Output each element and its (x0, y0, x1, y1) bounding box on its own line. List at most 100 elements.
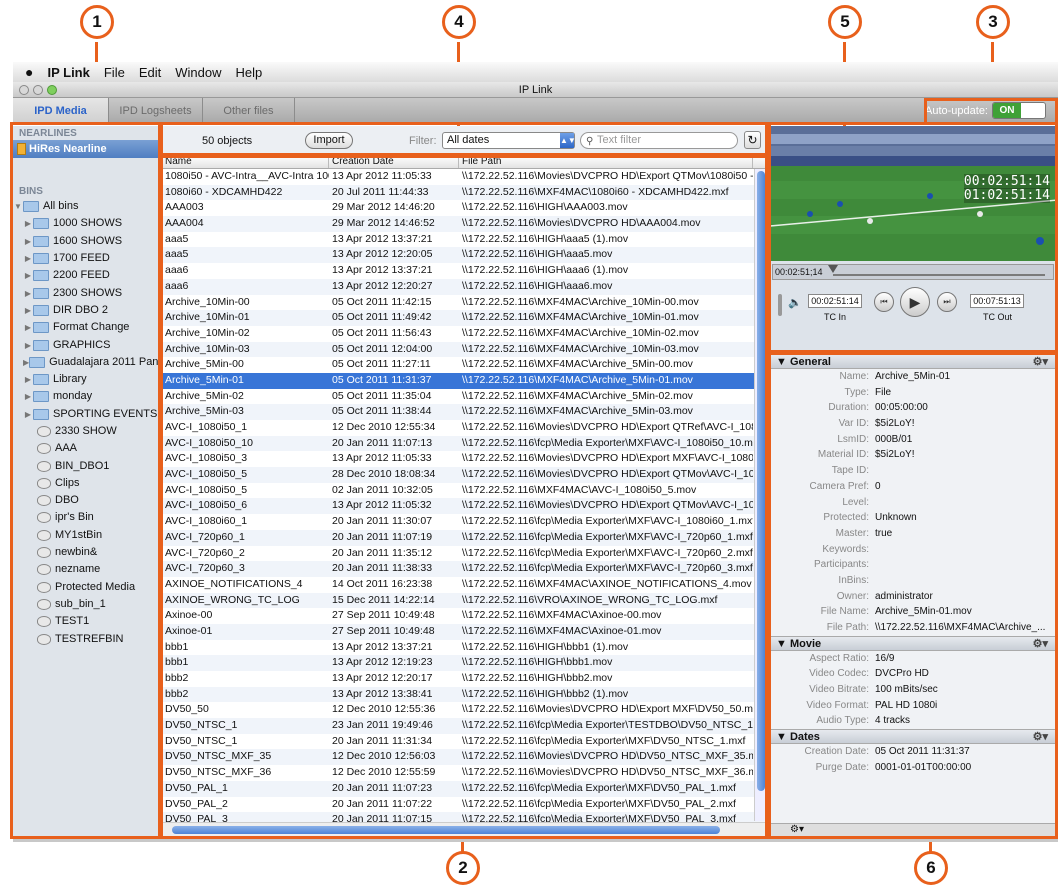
apple-menu-icon[interactable]: ● (25, 64, 33, 80)
gear-icon[interactable]: ⚙▾ (790, 824, 804, 835)
sidebar-item-bin[interactable]: AAA (13, 440, 158, 457)
gear-icon[interactable]: ⚙▾ (1033, 355, 1048, 369)
disclosure-closed-icon[interactable]: ▶ (23, 337, 33, 354)
table-row[interactable]: bbb2 13 Apr 2012 13:38:41 \\172.22.52.116\… (162, 686, 766, 703)
table-row[interactable]: Archive_10Min-02 05 Oct 2011 11:56:43 \\17… (162, 326, 766, 342)
sidebar-item-bin[interactable]: ▶ 2200 FEED (13, 267, 158, 284)
sidebar-item-bin[interactable]: ▶ 1700 FEED (13, 250, 158, 267)
table-row[interactable]: aaa6 13 Apr 2012 13:37:21 \\172.22.52.116\… (162, 263, 766, 279)
section-general-header[interactable]: ▼ General ⚙▾ (770, 354, 1058, 369)
section-movie-header[interactable]: ▼ Movie ⚙▾ (770, 635, 1058, 651)
sidebar-item-bin[interactable]: TESTREFBIN (13, 630, 158, 647)
disclosure-closed-icon[interactable]: ▶ (23, 388, 33, 405)
table-row[interactable]: 1080i60 - XDCAMHD422 20 Jul 2011 11:44:33… (162, 184, 766, 201)
property-value[interactable]: $5i2LoY! (875, 447, 1058, 463)
table-row[interactable]: Archive_5Min-00 05 Oct 2011 11:27:11 \\172… (162, 357, 766, 373)
import-button[interactable]: Import (305, 132, 353, 149)
property-value[interactable]: 16/9 (875, 651, 1058, 667)
disclosure-closed-icon[interactable]: ▶ (23, 406, 33, 423)
sidebar-item-bin[interactable]: ▼ All bins (13, 198, 158, 215)
section-dates-header[interactable]: ▼ Dates ⚙▾ (770, 729, 1058, 745)
column-name[interactable]: Name (162, 156, 329, 168)
table-row[interactable]: Archive_5Min-02 05 Oct 2011 11:35:04 \\172… (162, 389, 766, 405)
table-row[interactable]: AVC-I_1080i50_10 20 Jan 2011 11:07:13 \\17… (162, 435, 766, 452)
property-value[interactable]: 05 Oct 2011 11:31:37 (875, 744, 1058, 760)
table-row[interactable]: bbb1 13 Apr 2012 12:19:23 \\172.22.52.116\… (162, 655, 766, 671)
table-row[interactable]: DV50_50 12 Dec 2010 12:55:36 \\172.22.52.1… (162, 702, 766, 718)
gear-icon[interactable]: ⚙▾ (1033, 730, 1048, 744)
table-row[interactable]: DV50_NTSC_MXF_36 12 Dec 2010 12:55:59 \\17… (162, 765, 766, 781)
sidebar-item-bin[interactable]: ▶ SPORTING EVENTS (13, 406, 158, 423)
table-row[interactable]: Archive_10Min-01 05 Oct 2011 11:49:42 \\17… (162, 310, 766, 326)
table-row[interactable]: DV50_PAL_1 20 Jan 2011 11:07:23 \\172.22.5… (162, 780, 766, 797)
sidebar-item-bin[interactable]: ▶ GRAPHICS (13, 336, 158, 353)
table-row[interactable]: aaa6 13 Apr 2012 12:20:27 \\172.22.52.116\… (162, 278, 766, 295)
property-value[interactable]: 00:05:00:00 (875, 400, 1058, 416)
sidebar-item-bin[interactable]: ▶ DIR DBO 2 (13, 302, 158, 319)
property-value[interactable]: Archive_5Min-01.mov (875, 604, 1058, 620)
table-row[interactable]: AVC-I_1080i50_1 12 Dec 2010 12:55:34 \\172… (162, 420, 766, 436)
property-value[interactable]: 000B/01 (875, 432, 1058, 448)
property-value[interactable] (875, 573, 1058, 589)
hscroll-thumb[interactable] (172, 826, 720, 834)
next-button[interactable]: ⏭ (937, 292, 957, 312)
property-value[interactable]: Unknown (875, 510, 1058, 526)
table-row[interactable]: Axinoe-01 27 Sep 2011 10:49:48 \\172.22.52… (162, 623, 766, 640)
property-value[interactable]: 4 tracks (875, 713, 1058, 729)
sidebar-item-bin[interactable]: ▶ monday (13, 388, 158, 405)
sidebar-item-bin[interactable]: Protected Media (13, 579, 158, 596)
table-row[interactable]: AAA004 29 Mar 2012 14:46:52 \\172.22.52.11… (162, 216, 766, 232)
table-row[interactable]: AAA003 29 Mar 2012 14:46:20 \\172.22.52.11… (162, 200, 766, 216)
sidebar-item-bin[interactable]: ▶ Guadalajara 2011 Pan... (13, 354, 158, 371)
horizontal-scrollbar[interactable] (162, 822, 767, 836)
table-row[interactable]: AVC-I_1080i50_3 13 Apr 2012 11:05:33 \\172… (162, 451, 766, 467)
sidebar-item-bin[interactable]: ▶ Library (13, 371, 158, 388)
table-row[interactable]: AVC-I_720p60_2 20 Jan 2011 11:35:12 \\172.… (162, 546, 766, 562)
property-value[interactable]: administrator (875, 589, 1058, 605)
sidebar-item-bin[interactable]: ▶ 2300 SHOWS (13, 284, 158, 301)
table-row[interactable]: AVC-I_1080i60_1 20 Jan 2011 11:30:07 \\172… (162, 514, 766, 530)
property-value[interactable]: \\172.22.52.116\MXF4MAC\Archive_... (875, 620, 1058, 636)
play-button[interactable]: ▶ (900, 287, 930, 317)
tab-other-files[interactable]: Other files (203, 98, 295, 124)
sidebar-item-bin[interactable]: 2330 SHOW (13, 423, 158, 440)
table-row[interactable]: bbb2 13 Apr 2012 12:20:17 \\172.22.52.116\… (162, 671, 766, 687)
minimize-window-icon[interactable] (33, 85, 43, 95)
date-filter-select[interactable]: All dates ▲▼ (442, 132, 576, 149)
sidebar-item-bin[interactable]: BIN_DBO1 (13, 457, 158, 474)
auto-update-toggle[interactable]: ON (992, 102, 1046, 119)
property-value[interactable] (875, 463, 1058, 479)
disclosure-closed-icon[interactable]: ▶ (23, 233, 33, 250)
scroll-thumb[interactable] (757, 171, 765, 791)
disclosure-closed-icon[interactable]: ▶ (23, 319, 33, 336)
table-row[interactable]: AVC-I_1080i50_6 13 Apr 2012 11:05:32 \\172… (162, 498, 766, 515)
sidebar-item-hires-nearline[interactable]: HiRes Nearline (13, 140, 158, 158)
disclosure-closed-icon[interactable]: ▶ (23, 267, 33, 284)
sidebar-item-bin[interactable]: newbin& (13, 544, 158, 561)
table-row[interactable]: DV50_NTSC_1 20 Jan 2011 11:31:34 \\172.22.… (162, 734, 766, 750)
table-row[interactable]: aaa5 13 Apr 2012 13:37:21 \\172.22.52.116\… (162, 232, 766, 248)
property-value[interactable] (875, 557, 1058, 573)
speaker-icon[interactable]: 🔈 (788, 296, 802, 309)
table-row[interactable]: Archive_5Min-03 05 Oct 2011 11:38:44 \\172… (162, 404, 766, 420)
sidebar-item-bin[interactable]: ▶ 1000 SHOWS (13, 215, 158, 232)
refresh-button[interactable]: ↻ (744, 131, 761, 149)
sidebar-item-bin[interactable]: ▶ Format Change (13, 319, 158, 336)
table-row[interactable]: AXINOE_NOTIFICATIONS_4 14 Oct 2011 16:23:… (162, 577, 766, 593)
tc-out-field[interactable]: 00:07:51:13 (970, 294, 1024, 308)
property-value[interactable]: Archive_5Min-01 (875, 369, 1058, 385)
table-row[interactable]: bbb1 13 Apr 2012 13:37:21 \\172.22.52.116\… (162, 640, 766, 656)
disclosure-closed-icon[interactable]: ▶ (23, 302, 33, 319)
scrub-bar[interactable]: 00:02:51;14 (772, 264, 1054, 280)
tab-ipd-logsheets[interactable]: IPD Logsheets (109, 98, 203, 124)
table-row[interactable]: AXINOE_WRONG_TC_LOG 15 Dec 2011 14:22:14 \… (162, 592, 766, 609)
table-row[interactable]: 1080i50 - AVC-Intra__AVC-Intra 100 13 Apr… (162, 169, 766, 185)
close-window-icon[interactable] (19, 85, 29, 95)
disclosure-closed-icon[interactable]: ▶ (23, 285, 33, 302)
vertical-scrollbar[interactable] (754, 169, 766, 821)
sidebar-item-bin[interactable]: Clips (13, 475, 158, 492)
table-row[interactable]: AVC-I_720p60_1 20 Jan 2011 11:07:19 \\172.… (162, 529, 766, 546)
disclosure-closed-icon[interactable]: ▶ (23, 215, 33, 232)
tab-ipd-media[interactable]: IPD Media (13, 98, 109, 124)
table-row[interactable]: Archive_10Min-00 05 Oct 2011 11:42:15 \\17… (162, 295, 766, 311)
